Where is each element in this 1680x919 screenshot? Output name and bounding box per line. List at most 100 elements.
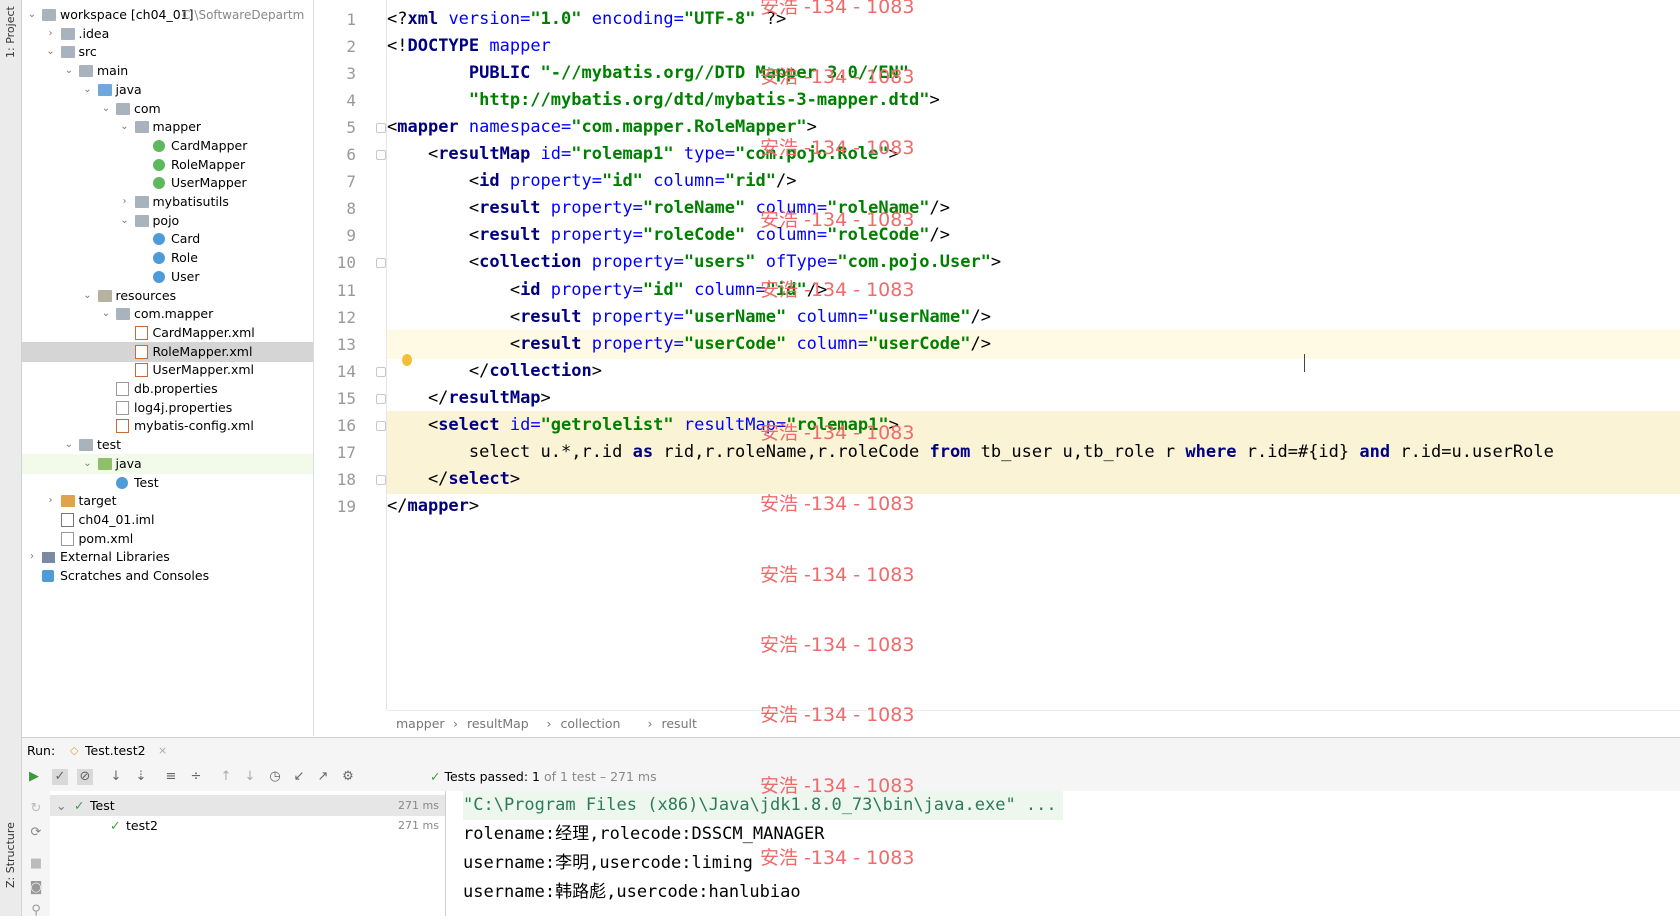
- collapse-all-icon[interactable]: ÷: [188, 769, 204, 785]
- code-line[interactable]: <collection property="users" ofType="com…: [387, 248, 1680, 277]
- show-ignored-icon[interactable]: ⊘: [77, 769, 93, 785]
- fold-marker-icon[interactable]: [376, 123, 386, 134]
- stop-icon[interactable]: ■: [28, 856, 44, 872]
- show-passed-icon[interactable]: ✓: [52, 769, 68, 785]
- breadcrumb-item[interactable]: result: [662, 711, 697, 737]
- fold-marker-icon[interactable]: [376, 258, 386, 269]
- tree-item[interactable]: Scratches and Consoles: [22, 566, 313, 586]
- code-line[interactable]: PUBLIC "-//mybatis.org//DTD Mapper 3.0//…: [387, 59, 1680, 88]
- code-line[interactable]: <?xml version="1.0" encoding="UTF-8" ?>: [387, 5, 1680, 34]
- tree-item[interactable]: Card: [22, 229, 313, 249]
- tree-item[interactable]: ch04_01.iml: [22, 510, 313, 530]
- tree-item[interactable]: UserMapper.xml: [22, 360, 313, 380]
- chevron-down-icon[interactable]: ⌄: [100, 304, 112, 324]
- camera-icon[interactable]: ◙: [28, 880, 44, 896]
- tree-item[interactable]: User: [22, 267, 313, 287]
- test-result-row[interactable]: ✓ test2 271 ms: [50, 815, 445, 836]
- fold-marker-icon[interactable]: [376, 366, 386, 377]
- lightbulb-icon[interactable]: [402, 354, 412, 366]
- tree-item[interactable]: ⌄ java: [22, 453, 313, 474]
- pin-icon[interactable]: ⚲: [28, 903, 44, 919]
- code-line[interactable]: <mapper namespace="com.mapper.RoleMapper…: [387, 113, 1680, 142]
- chevron-down-icon[interactable]: ⌄: [119, 211, 131, 231]
- chevron-down-icon[interactable]: ⌄: [82, 286, 94, 306]
- tree-item[interactable]: Test: [22, 473, 313, 493]
- breadcrumb-item[interactable]: resultMap: [467, 711, 529, 737]
- tree-item[interactable]: ⌄ com.mapper: [22, 304, 313, 324]
- tree-item[interactable]: ⌄ pojo: [22, 211, 313, 231]
- console-output[interactable]: "C:\Program Files (x86)\Java\jdk1.8.0_73…: [446, 791, 1680, 916]
- tree-item[interactable]: ⌄ com: [22, 99, 313, 119]
- tree-item[interactable]: ⌄ main: [22, 61, 313, 81]
- structure-tool-tab[interactable]: Z: Structure: [0, 800, 21, 890]
- breadcrumb-item[interactable]: collection: [561, 711, 621, 737]
- chevron-right-icon[interactable]: ›: [45, 24, 57, 44]
- tree-item[interactable]: db.properties: [22, 379, 313, 399]
- tree-item[interactable]: ⌄ java: [22, 80, 313, 100]
- tree-item[interactable]: CardMapper.xml: [22, 323, 313, 343]
- import-icon[interactable]: ↙: [291, 769, 307, 785]
- tree-item[interactable]: ⌄ mapper: [22, 117, 313, 137]
- chevron-down-icon[interactable]: ⌄: [56, 795, 66, 816]
- export-icon[interactable]: ↗: [315, 769, 331, 785]
- gear-icon[interactable]: ⚙: [340, 769, 356, 785]
- code-line[interactable]: <id property="id" column="id"/>: [387, 276, 1680, 305]
- chevron-right-icon[interactable]: ›: [26, 547, 38, 567]
- chevron-down-icon[interactable]: ⌄: [45, 42, 57, 62]
- tree-item[interactable]: › target: [22, 491, 313, 511]
- chevron-down-icon[interactable]: ⌄: [63, 61, 75, 81]
- breadcrumb-item[interactable]: mapper: [396, 711, 445, 737]
- tree-item[interactable]: › .idea: [22, 24, 313, 44]
- tree-item[interactable]: pom.xml: [22, 529, 313, 549]
- code-editor[interactable]: <?xml version="1.0" encoding="UTF-8" ?> <…: [387, 0, 1680, 710]
- code-line[interactable]: </resultMap>: [387, 384, 1680, 413]
- chevron-right-icon[interactable]: ›: [45, 491, 57, 511]
- code-line[interactable]: "http://mybatis.org/dtd/mybatis-3-mapper…: [387, 86, 1680, 115]
- sort-duration-icon[interactable]: ⇣: [133, 769, 149, 785]
- code-line[interactable]: <!DOCTYPE mapper: [387, 32, 1680, 61]
- test-result-row[interactable]: ⌄ ✓ Test 271 ms: [50, 795, 445, 816]
- next-icon[interactable]: ↓: [242, 769, 258, 785]
- code-line[interactable]: <result property="userCode" column="user…: [387, 329, 1680, 359]
- rerun-icon[interactable]: ▶: [26, 769, 42, 785]
- chevron-down-icon[interactable]: ⌄: [119, 117, 131, 137]
- fold-marker-icon[interactable]: [376, 420, 386, 431]
- chevron-down-icon[interactable]: ⌄: [82, 454, 94, 474]
- code-line[interactable]: <id property="id" column="rid"/>: [387, 167, 1680, 196]
- tree-item[interactable]: mybatis-config.xml: [22, 416, 313, 436]
- rerun-failed-icon[interactable]: ↻: [28, 801, 44, 817]
- fold-marker-icon[interactable]: [376, 474, 386, 485]
- fold-marker-icon[interactable]: [376, 393, 386, 404]
- previous-icon[interactable]: ↑: [218, 769, 234, 785]
- tree-item[interactable]: CardMapper: [22, 136, 313, 156]
- chevron-down-icon[interactable]: ⌄: [82, 80, 94, 100]
- code-line[interactable]: </mapper>: [387, 492, 1680, 521]
- history-icon[interactable]: ◷: [267, 769, 283, 785]
- tree-item[interactable]: ⌄ resources: [22, 286, 313, 306]
- chevron-down-icon[interactable]: ⌄: [26, 5, 38, 25]
- run-tab-test2[interactable]: Test.test2: [85, 738, 146, 764]
- tree-item[interactable]: ⌄ src: [22, 42, 313, 62]
- chevron-right-icon[interactable]: ›: [119, 192, 131, 212]
- expand-all-icon[interactable]: ≡: [163, 769, 179, 785]
- code-line[interactable]: <result property="userName" column="user…: [387, 303, 1680, 332]
- tree-item[interactable]: › External Libraries: [22, 547, 313, 567]
- tree-item[interactable]: UserMapper: [22, 173, 313, 193]
- tree-item[interactable]: ⌄ test: [22, 435, 313, 455]
- code-line[interactable]: </select>: [387, 464, 1680, 494]
- code-line[interactable]: </collection>: [387, 357, 1680, 386]
- tree-item[interactable]: Role: [22, 248, 313, 268]
- tree-item[interactable]: log4j.properties: [22, 398, 313, 418]
- code-line[interactable]: <result property="roleName" column="role…: [387, 194, 1680, 223]
- tree-item[interactable]: ⌄ workspace [ch04_01] C:\SoftwareDepartm: [22, 5, 313, 25]
- code-line[interactable]: <resultMap id="rolemap1" type="com.pojo.…: [387, 140, 1680, 169]
- chevron-down-icon[interactable]: ⌄: [63, 435, 75, 455]
- toggle-autotest-icon[interactable]: ⟳: [28, 825, 44, 841]
- fold-marker-icon[interactable]: [376, 150, 386, 161]
- tree-item[interactable]: RoleMapper: [22, 155, 313, 175]
- code-line[interactable]: <select id="getrolelist" resultMap="role…: [387, 410, 1680, 440]
- chevron-down-icon[interactable]: ⌄: [100, 99, 112, 119]
- close-icon[interactable]: ×: [158, 738, 167, 764]
- project-tool-tab[interactable]: 1: Project: [0, 6, 21, 66]
- code-line[interactable]: <result property="roleCode" column="role…: [387, 221, 1680, 250]
